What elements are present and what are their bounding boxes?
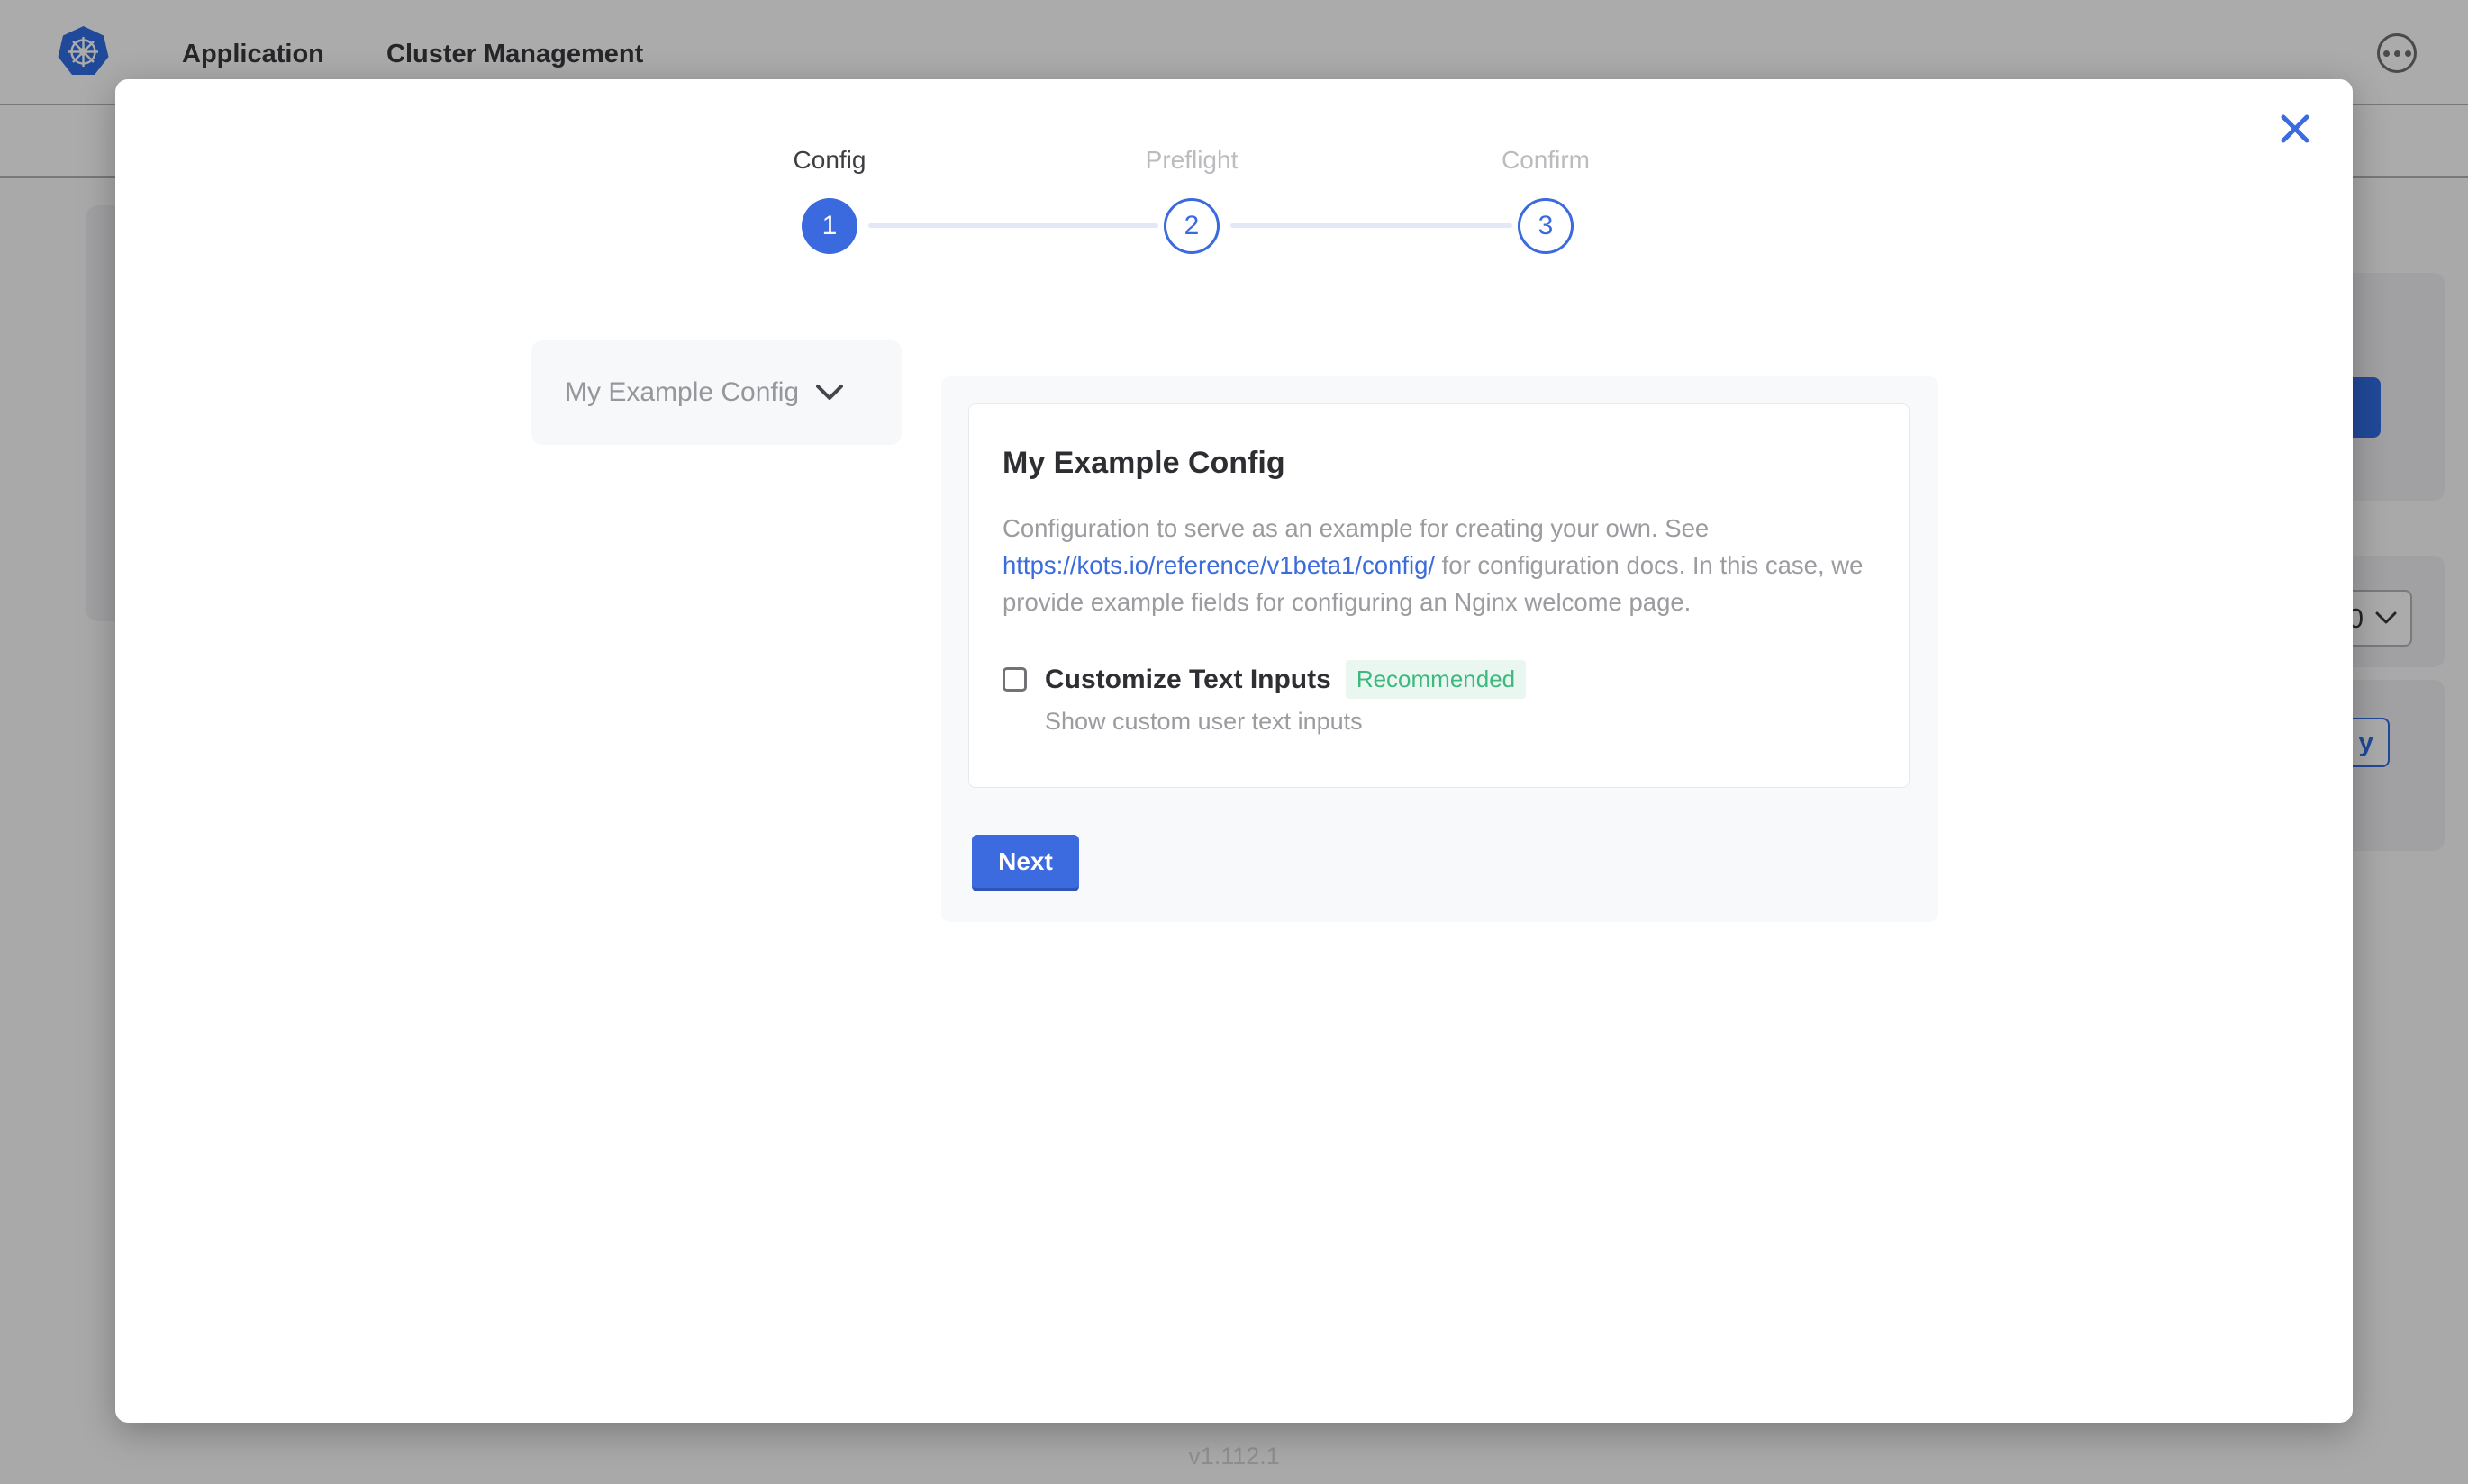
step-circle-2[interactable]: 2 <box>1164 198 1220 254</box>
step-circle-1[interactable]: 1 <box>802 198 857 254</box>
config-group-dropdown[interactable]: My Example Config <box>531 340 902 445</box>
close-icon[interactable] <box>2275 110 2315 149</box>
chevron-down-icon <box>815 384 844 402</box>
step-circle-3[interactable]: 3 <box>1518 198 1574 254</box>
config-group-description: Configuration to serve as an example for… <box>1003 510 1874 620</box>
step-connector-2 <box>1230 223 1512 228</box>
config-group-label: My Example Config <box>565 377 799 408</box>
checkbox-help-text: Show custom user text inputs <box>1045 708 1873 736</box>
step-connector-1 <box>868 223 1158 228</box>
next-button[interactable]: Next <box>972 835 1079 891</box>
checkbox-label[interactable]: Customize Text Inputs <box>1045 665 1331 695</box>
description-text-before: Configuration to serve as an example for… <box>1003 514 1709 542</box>
step-label-confirm: Confirm <box>1502 146 1590 175</box>
config-wizard-modal: Config Preflight Confirm 1 2 3 My Exampl… <box>115 79 2353 1423</box>
recommended-badge: Recommended <box>1346 660 1526 699</box>
step-label-config: Config <box>794 146 867 175</box>
customize-text-inputs-checkbox[interactable] <box>1003 667 1027 692</box>
config-docs-link[interactable]: https://kots.io/reference/v1beta1/config… <box>1003 551 1435 579</box>
config-panel: My Example Config Configuration to serve… <box>941 376 1938 922</box>
config-group-title: My Example Config <box>1003 446 1873 481</box>
step-label-preflight: Preflight <box>1146 146 1239 175</box>
config-group-card: My Example Config Configuration to serve… <box>968 403 1910 788</box>
kots-admin-screen: Application Cluster Management 0 y v1.11… <box>0 0 2468 1484</box>
customize-text-inputs-row: Customize Text Inputs Recommended <box>1003 660 1873 699</box>
